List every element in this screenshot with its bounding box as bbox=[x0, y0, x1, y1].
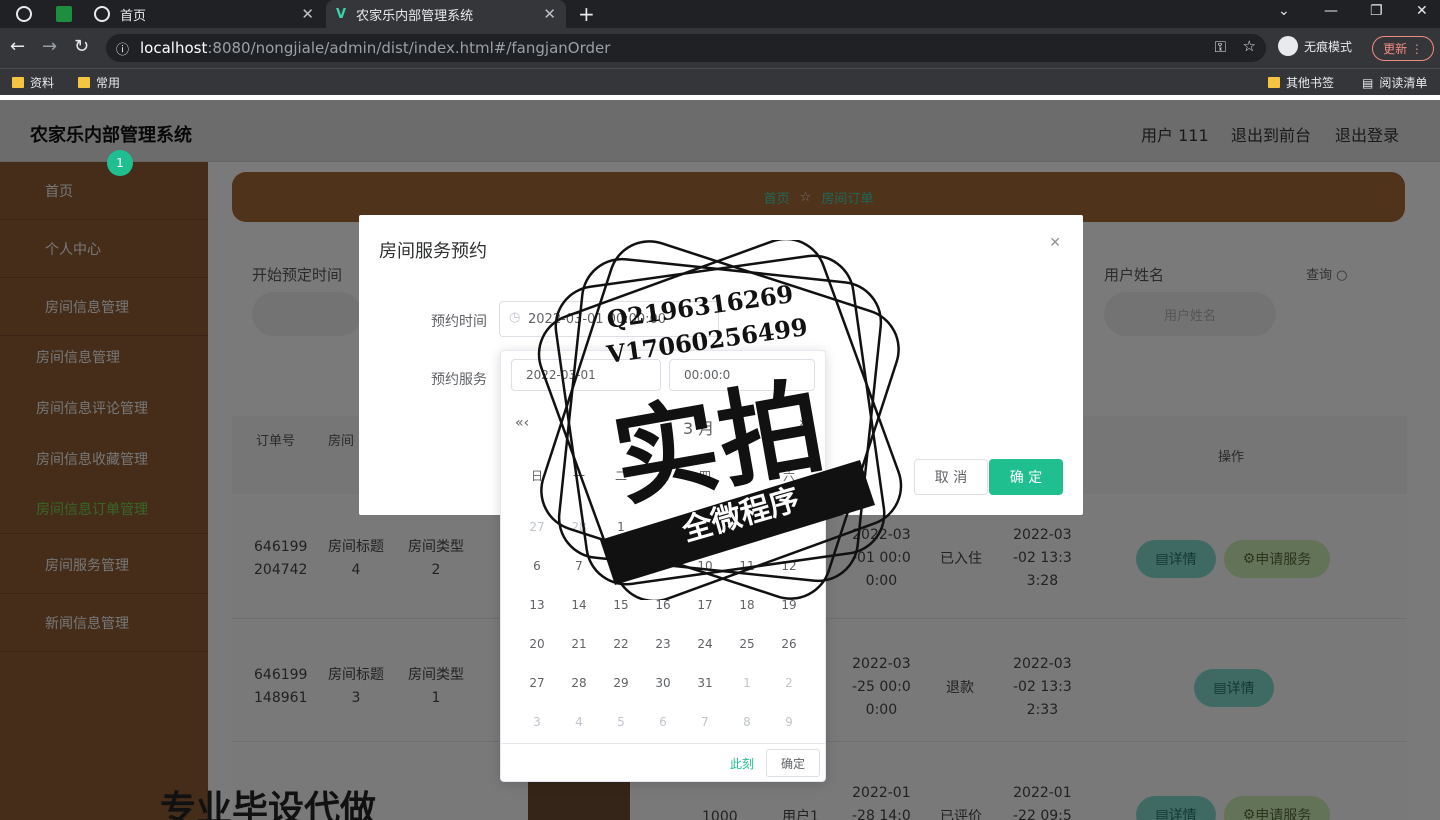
selected-day[interactable]: 1 bbox=[107, 150, 133, 176]
incognito-label: 无痕模式 bbox=[1304, 39, 1353, 54]
bookmark-other[interactable]: 其他书签 bbox=[1268, 74, 1334, 91]
time-label: 预约时间 bbox=[431, 314, 487, 330]
calendar-day[interactable]: 27 bbox=[516, 676, 558, 690]
prev-year-icon[interactable]: «‹ bbox=[515, 415, 529, 431]
week-row: 3456789 bbox=[516, 702, 810, 741]
calendar-day[interactable]: 23 bbox=[642, 637, 684, 651]
calendar-day[interactable]: 8 bbox=[726, 715, 768, 729]
url-path: :8080/nongjiale/admin/dist/index.html#/f… bbox=[207, 39, 611, 57]
bookmark-changyong[interactable]: 常用 bbox=[78, 74, 120, 91]
reload-icon[interactable]: ↻ bbox=[74, 36, 89, 57]
incognito-icon bbox=[1278, 36, 1298, 56]
update-button[interactable]: 更新 ⋮ bbox=[1372, 36, 1434, 61]
calendar-day[interactable]: 28 bbox=[558, 676, 600, 690]
close-icon[interactable]: ✕ bbox=[1049, 235, 1061, 251]
folder-icon bbox=[12, 77, 24, 88]
bookmark-label: 资料 bbox=[30, 76, 55, 90]
forward-icon[interactable]: → bbox=[42, 36, 57, 57]
browser-tabbar: 首页 ✕ V 农家乐内部管理系统 ✕ + ⌄ — ❐ ✕ bbox=[0, 0, 1440, 28]
reading-list-icon: ▤ bbox=[1362, 75, 1374, 90]
folder-icon bbox=[78, 77, 90, 88]
info-icon[interactable]: ⓘ bbox=[116, 39, 129, 58]
calendar-day[interactable]: 25 bbox=[726, 637, 768, 651]
calendar-day[interactable]: 1 bbox=[726, 676, 768, 690]
dialog-title: 房间服务预约 bbox=[379, 241, 487, 262]
restore-icon[interactable]: ❐ bbox=[1370, 3, 1383, 19]
chevron-down-icon[interactable]: ⌄ bbox=[1278, 3, 1290, 19]
globe-icon bbox=[94, 6, 110, 22]
vue-icon: V bbox=[336, 6, 347, 22]
close-icon[interactable]: ✕ bbox=[543, 5, 556, 23]
calendar-day[interactable]: 22 bbox=[600, 637, 642, 651]
calendar-day[interactable]: 3 bbox=[516, 715, 558, 729]
bookmark-label: 其他书签 bbox=[1286, 76, 1335, 90]
tab-home[interactable]: 首页 ✕ bbox=[84, 0, 324, 28]
calendar-day[interactable]: 6 bbox=[642, 715, 684, 729]
watermark-text: 专业毕设代做 bbox=[160, 789, 377, 820]
calendar-day[interactable]: 31 bbox=[684, 676, 726, 690]
close-window-icon[interactable]: ✕ bbox=[1416, 3, 1428, 19]
tab-active[interactable]: V 农家乐内部管理系统 ✕ bbox=[326, 0, 566, 28]
calendar-day[interactable]: 7 bbox=[684, 715, 726, 729]
confirm-button[interactable]: 确 定 bbox=[989, 459, 1063, 495]
minimize-icon[interactable]: — bbox=[1324, 3, 1338, 19]
back-icon[interactable]: ← bbox=[10, 36, 25, 57]
key-icon[interactable]: ⚿ bbox=[1215, 38, 1226, 56]
calendar-day[interactable]: 2 bbox=[768, 676, 810, 690]
calendar-day[interactable]: 26 bbox=[768, 637, 810, 651]
bookmark-ziliao[interactable]: 资料 bbox=[12, 74, 54, 91]
cancel-button[interactable]: 取 消 bbox=[914, 459, 988, 495]
incognito-indicator[interactable]: 无痕模式 bbox=[1278, 36, 1352, 56]
selected-day-label: 1 bbox=[116, 156, 124, 170]
update-label: 更新 bbox=[1383, 42, 1408, 56]
calendar-day[interactable]: 4 bbox=[558, 715, 600, 729]
week-row: 27 28 29 30 31 1 2 bbox=[516, 663, 810, 702]
calendar-day[interactable]: 30 bbox=[642, 676, 684, 690]
calendar-day[interactable]: 9 bbox=[768, 715, 810, 729]
tab-label: 首页 bbox=[120, 8, 147, 24]
bookmarks-bar bbox=[0, 68, 1440, 95]
picker-ok-button[interactable]: 确定 bbox=[766, 749, 820, 777]
bookmark-label: 常用 bbox=[96, 76, 121, 90]
sheet-icon[interactable] bbox=[56, 6, 72, 22]
new-tab-icon[interactable]: + bbox=[578, 2, 595, 26]
calendar-day[interactable]: 21 bbox=[558, 637, 600, 651]
calendar-day[interactable]: 29 bbox=[600, 676, 642, 690]
globe-icon[interactable] bbox=[16, 6, 32, 22]
service-label: 预约服务 bbox=[431, 372, 487, 388]
clock-icon: ◷ bbox=[509, 310, 521, 325]
reading-list[interactable]: ▤ 阅读清单 bbox=[1362, 74, 1427, 91]
tab-label: 农家乐内部管理系统 bbox=[356, 8, 474, 24]
close-icon[interactable]: ✕ bbox=[301, 5, 314, 23]
calendar-day[interactable]: 20 bbox=[516, 637, 558, 651]
now-button[interactable]: 此刻 bbox=[730, 755, 754, 772]
star-icon[interactable]: ☆ bbox=[1243, 37, 1256, 55]
bookmark-label: 阅读清单 bbox=[1379, 76, 1428, 90]
url-input[interactable]: ⓘ localhost:8080/nongjiale/admin/dist/in… bbox=[106, 34, 1266, 62]
calendar-day[interactable]: 5 bbox=[600, 715, 642, 729]
folder-icon bbox=[1268, 77, 1280, 88]
url-host: localhost bbox=[140, 39, 208, 57]
stamp-overlay: Q2196316269 V17060256499 实拍 全微程序 bbox=[530, 237, 910, 603]
week-row: 20 21 22 23 24 25 26 bbox=[516, 624, 810, 663]
calendar-day[interactable]: 24 bbox=[684, 637, 726, 651]
